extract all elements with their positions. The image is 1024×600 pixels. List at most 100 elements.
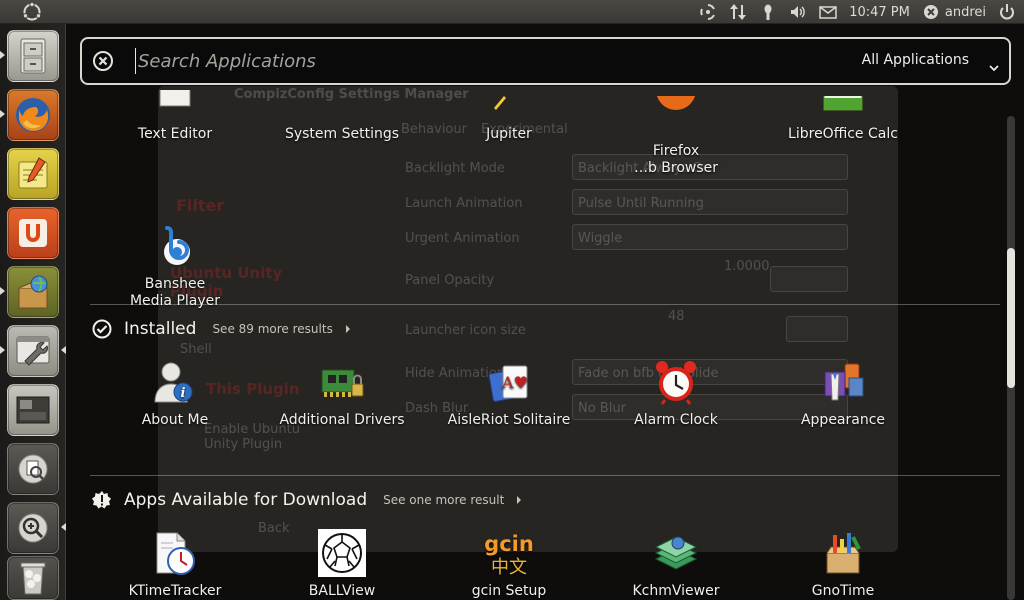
launcher-dash-files[interactable] (7, 502, 59, 554)
additional-drivers-icon (318, 358, 366, 406)
launcher-software-center[interactable] (7, 207, 59, 259)
network-icon[interactable] (729, 3, 747, 21)
app-label: Additional Drivers (279, 412, 405, 428)
see-more-link[interactable]: See 89 more results (212, 322, 332, 336)
launcher-firefox[interactable] (7, 89, 59, 141)
ubuntu-logo-icon[interactable] (22, 1, 42, 22)
mail-icon[interactable] (819, 3, 837, 21)
app-label: KTimeTracker (128, 583, 222, 599)
firefox-icon (16, 98, 50, 132)
power-icon[interactable] (998, 3, 1016, 21)
system-settings-icon (16, 336, 50, 366)
launcher-text-editor[interactable] (7, 148, 59, 200)
text-caret (135, 48, 136, 74)
svg-text:i: i (181, 386, 186, 401)
app-label: System Settings (284, 126, 400, 142)
section-divider (90, 304, 1000, 305)
app-tile[interactable]: GnoTime (768, 529, 918, 600)
clear-search-icon[interactable] (92, 50, 114, 72)
launcher-file-cabinet[interactable] (7, 30, 59, 82)
installed-header[interactable]: Installed See 89 more results (92, 319, 351, 339)
user-menu[interactable]: andrei (922, 3, 986, 21)
gcin-logo-sub: 中文 (491, 557, 527, 577)
app-tile[interactable]: KchmViewer (601, 529, 751, 600)
app-label: GnoTime (811, 583, 875, 599)
app-tile[interactable]: Banshee Media Player (100, 188, 250, 310)
app-label: KchmViewer (632, 583, 720, 599)
file-cabinet-icon (20, 38, 46, 74)
background-row-value: Wiggle (578, 231, 623, 246)
app-tile[interactable]: BALLView (267, 529, 417, 600)
app-label: BALLView (308, 583, 376, 599)
text-editor-icon (156, 90, 196, 108)
chevron-right-icon (517, 496, 522, 504)
app-tile[interactable]: KTimeTracker (100, 529, 250, 600)
gnotime-icon (819, 529, 867, 577)
background-row-value: Pulse Until Running (578, 196, 704, 211)
ktimetracker-icon (151, 529, 199, 577)
text-editor-icon (18, 157, 48, 189)
installed-title: Installed (124, 319, 197, 339)
solitaire-icon: A♥ (485, 358, 533, 406)
top-panel: 10:47 PM andrei (0, 0, 1024, 24)
app-tile[interactable]: A♥ AisleRiot Solitaire (434, 358, 584, 429)
background-row-label: Backlight Mode (405, 161, 505, 176)
app-label: AisleRiot Solitaire (447, 412, 571, 428)
app-label: About Me (141, 412, 209, 428)
banshee-icon (151, 205, 199, 265)
firefox-icon (655, 96, 697, 110)
background-row-label: Urgent Animation (405, 231, 520, 246)
package-installer-icon (18, 275, 48, 309)
app-tile[interactable]: Additional Drivers (267, 358, 417, 429)
dash-apps-icon (18, 454, 48, 484)
ballview-icon (318, 529, 366, 577)
see-more-link[interactable]: See one more result (383, 493, 504, 507)
launcher-package-installer[interactable] (7, 266, 59, 318)
chevron-down-icon[interactable] (989, 57, 999, 72)
launcher-workspace-switcher[interactable] (7, 384, 59, 436)
app-tile[interactable]: Text Editor (100, 126, 250, 143)
checkmark-circle-icon (92, 319, 112, 339)
clock[interactable]: 10:47 PM (849, 5, 910, 20)
app-label: Appearance (800, 412, 886, 428)
search-input[interactable] (138, 45, 698, 77)
app-tile[interactable]: LibreOffice Calc (768, 126, 918, 143)
app-label: Firefox …b Browser (633, 143, 719, 176)
bluetooth-icon[interactable] (759, 3, 777, 21)
running-indicator (0, 287, 5, 295)
launcher-dash-apps[interactable] (7, 443, 59, 495)
app-tile[interactable]: Alarm Clock (601, 358, 751, 429)
user-name: andrei (944, 4, 986, 20)
background-row-value: 1.0000 (724, 259, 770, 274)
app-label: LibreOffice Calc (788, 126, 898, 142)
app-tile[interactable]: Appearance (768, 358, 918, 429)
results-scrollbar[interactable] (1007, 116, 1015, 600)
background-row-label: Launch Animation (405, 196, 523, 211)
dash-files-icon (18, 513, 48, 543)
background-row-label: Panel Opacity (405, 273, 495, 288)
app-tile[interactable]: i About Me (100, 358, 250, 429)
filter-dropdown[interactable]: All Applications (862, 52, 969, 68)
download-header[interactable]: Apps Available for Download See one more… (92, 490, 522, 510)
app-tile[interactable]: gcin 中文 gcin Setup (434, 529, 584, 600)
background-window-title: CompizConfig Settings Manager (234, 87, 469, 102)
scrollbar-thumb[interactable] (1007, 248, 1015, 388)
app-tile[interactable]: System Settings (267, 126, 417, 143)
sync-icon[interactable] (699, 3, 717, 21)
chevron-right-icon (345, 325, 350, 333)
launcher-system-settings[interactable] (7, 325, 59, 377)
workspace-switcher-icon (16, 396, 50, 424)
volume-icon[interactable] (789, 3, 807, 21)
user-status-icon (922, 3, 940, 21)
app-tile[interactable]: Jupiter (434, 126, 584, 143)
launcher-trash[interactable] (7, 556, 59, 600)
app-label: Alarm Clock (634, 412, 718, 428)
kchmviewer-icon (652, 529, 700, 577)
download-title: Apps Available for Download (124, 490, 368, 510)
app-tile[interactable]: Firefox …b Browser (601, 126, 751, 177)
section-divider (90, 475, 1000, 476)
svg-text:A♥: A♥ (501, 373, 528, 392)
running-indicator (0, 110, 5, 118)
alarm-clock-icon (652, 358, 700, 406)
ubuntu-software-center-icon (19, 219, 47, 247)
